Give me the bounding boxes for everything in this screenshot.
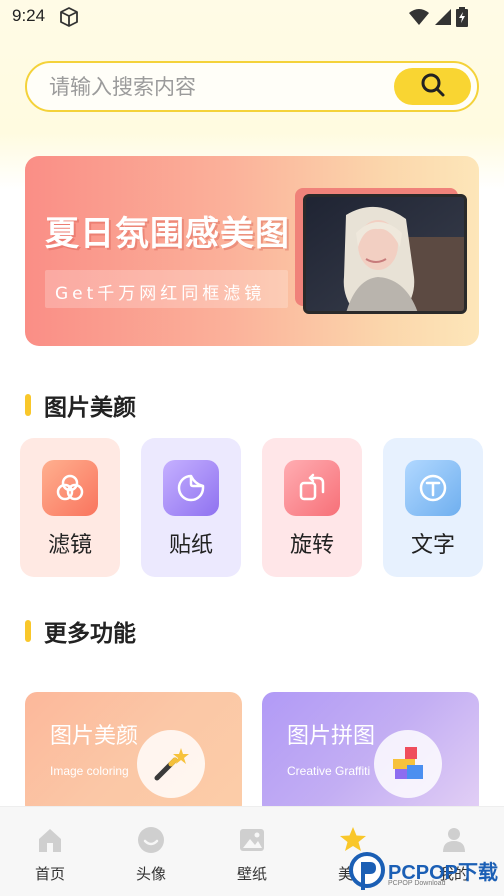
- feature-sticker-label: 贴纸: [168, 533, 213, 558]
- nav-home[interactable]: 首页: [0, 807, 100, 896]
- more-collage-card[interactable]: 图片拼图 Creative Graffiti: [262, 692, 479, 817]
- wallpaper-icon: [240, 829, 264, 851]
- nav-avatar-label: 头像: [135, 865, 166, 883]
- section-title-more: 更多功能: [25, 614, 136, 648]
- feature-text-label: 文字: [410, 533, 455, 558]
- section-marker: [25, 620, 31, 642]
- search-icon: [420, 72, 446, 102]
- feature-filter-card[interactable]: 滤镜: [20, 438, 120, 577]
- promo-banner[interactable]: 夏日氛围感美图 Get千万网红同框滤镜: [25, 156, 479, 346]
- search-button[interactable]: [394, 68, 471, 105]
- nav-home-label: 首页: [34, 865, 65, 883]
- feature-sticker-card[interactable]: 贴纸: [141, 438, 241, 577]
- search-bar: [25, 61, 479, 112]
- nav-wallpaper[interactable]: 壁纸: [202, 807, 302, 896]
- banner-photo: [303, 194, 467, 314]
- more-collage-subtitle: Creative Graffiti: [287, 764, 371, 778]
- text-icon: [405, 460, 461, 516]
- more-beauty-subtitle: Image coloring: [50, 764, 129, 778]
- sticker-icon: [163, 460, 219, 516]
- more-beauty-title: 图片美颜: [50, 724, 139, 749]
- filter-icon: [42, 460, 98, 516]
- status-time: 9:24: [12, 6, 46, 25]
- rotate-icon: [284, 460, 340, 516]
- magic-wand-icon: [137, 730, 205, 798]
- feature-rotate-card[interactable]: 旋转: [262, 438, 362, 577]
- banner-title: 夏日氛围感美图: [45, 214, 290, 254]
- section-marker: [25, 394, 31, 416]
- puzzle-icon: [374, 730, 442, 798]
- feature-text-card[interactable]: 文字: [383, 438, 483, 577]
- feature-filter-label: 滤镜: [47, 533, 92, 558]
- more-collage-title: 图片拼图: [287, 724, 376, 749]
- nav-avatar[interactable]: 头像: [101, 807, 201, 896]
- feature-rotate-label: 旋转: [289, 533, 334, 558]
- nav-wallpaper-label: 壁纸: [236, 865, 267, 883]
- watermark-small: PCPOP Download: [388, 880, 446, 887]
- wifi-icon: [408, 8, 430, 30]
- watermark-logo: [349, 852, 385, 890]
- avatar-icon: [138, 827, 164, 853]
- home-icon: [39, 829, 61, 852]
- status-bar: 9:24: [0, 0, 504, 34]
- battery-icon: [456, 7, 468, 31]
- search-input[interactable]: [49, 73, 389, 101]
- cube-icon: [58, 6, 80, 32]
- banner-subtitle: Get千万网红同框滤镜: [55, 284, 266, 304]
- section-title-beauty-text: 图片美颜: [44, 395, 136, 421]
- section-title-more-text: 更多功能: [44, 621, 136, 647]
- signal-icon: [434, 8, 452, 30]
- more-beauty-card[interactable]: 图片美颜 Image coloring: [25, 692, 242, 817]
- section-title-beauty: 图片美颜: [25, 388, 136, 422]
- watermark: PCPOP下载 PCPOP Download: [348, 850, 504, 896]
- banner-subtitle-box: Get千万网红同框滤镜: [45, 270, 288, 308]
